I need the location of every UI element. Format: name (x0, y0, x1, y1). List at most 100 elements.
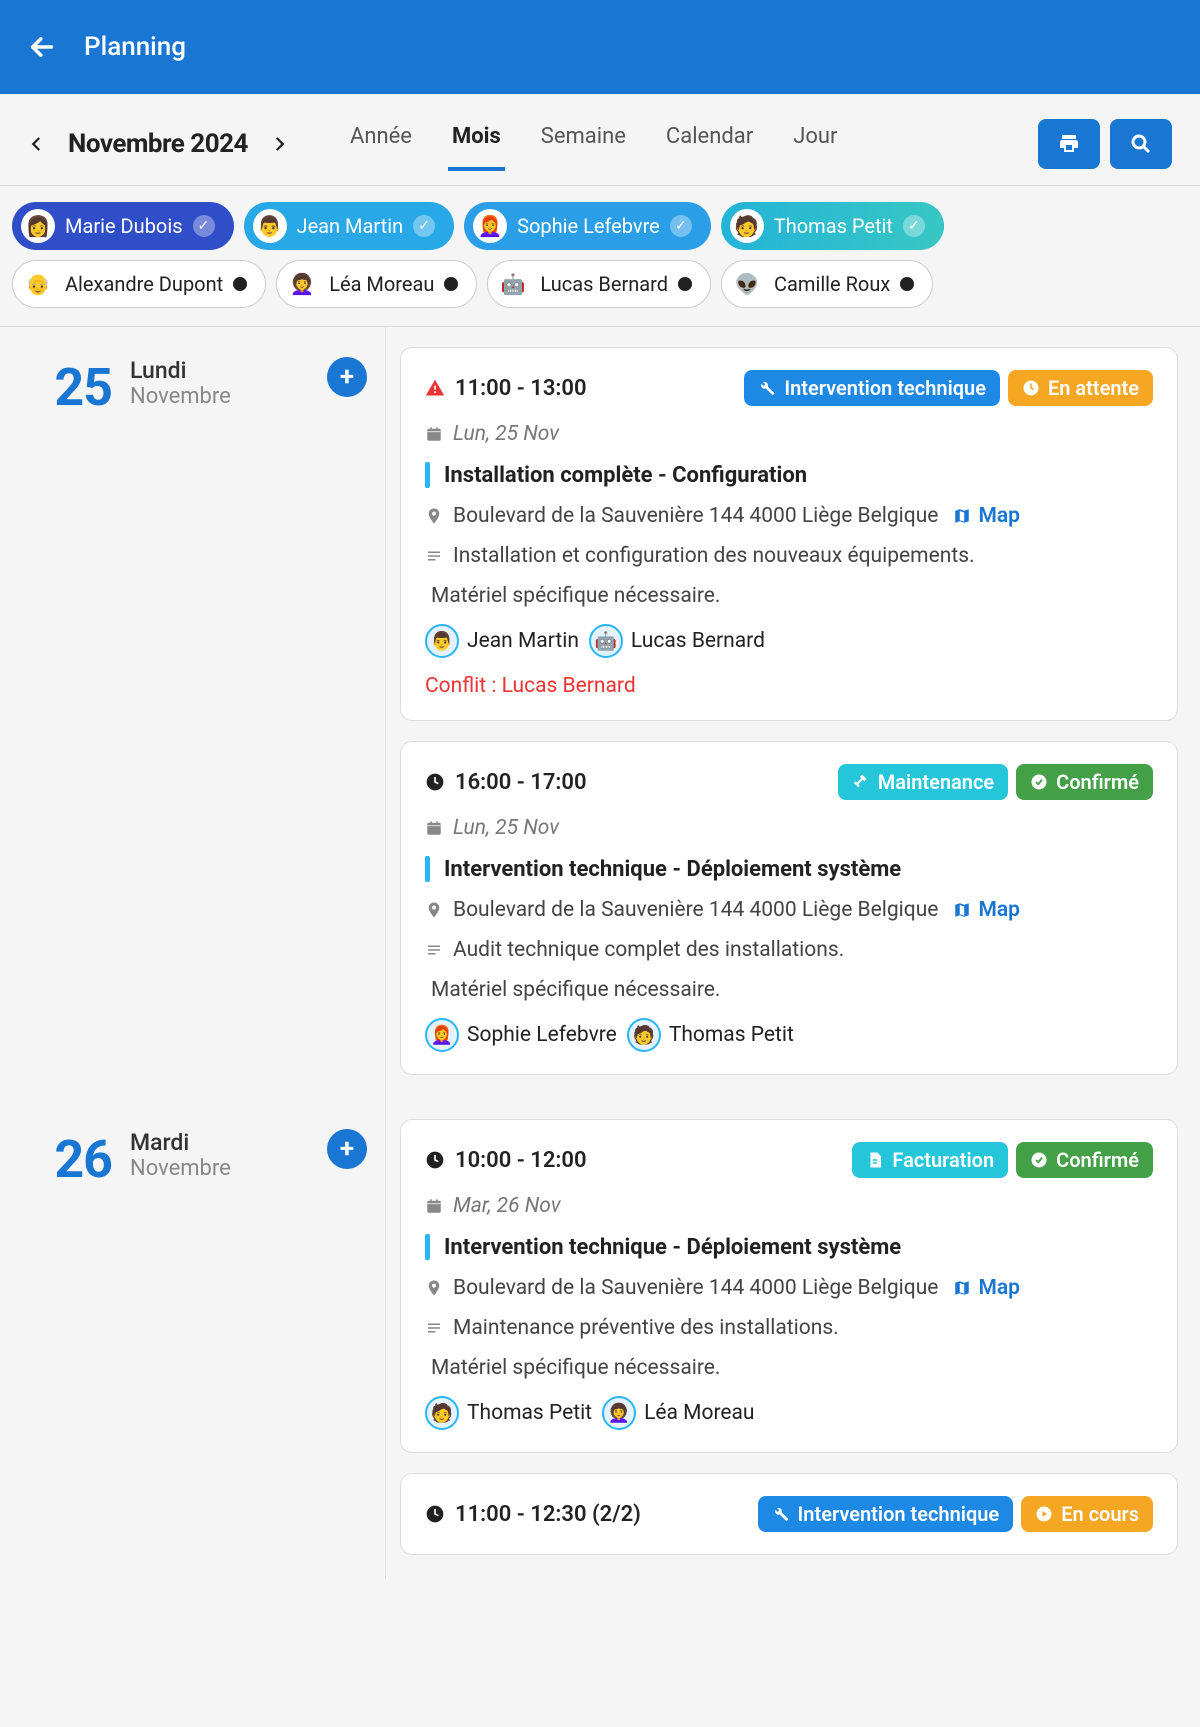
list-icon (425, 941, 443, 959)
day-month: Novembre (130, 1156, 309, 1181)
event-address: Boulevard de la Sauvenière 144 4000 Lièg… (453, 898, 938, 922)
event-description: Installation et configuration des nouvea… (453, 544, 975, 568)
conflict-warning: Conflit : Lucas Bernard (425, 674, 1153, 698)
file-icon (866, 1151, 884, 1169)
chip-label: Camille Roux (774, 272, 890, 296)
filter-chip[interactable]: 🧑Thomas Petit✓ (721, 202, 944, 250)
event-time: 10:00 - 12:00 (455, 1148, 587, 1173)
avatar: 🧑 (627, 1018, 661, 1052)
filter-chip[interactable]: 👩‍🦱Léa Moreau (276, 260, 477, 308)
check-icon (1030, 1151, 1048, 1169)
chip-label: Léa Moreau (329, 272, 434, 296)
event-address: Boulevard de la Sauvenière 144 4000 Lièg… (453, 1276, 938, 1300)
chip-label: Marie Dubois (65, 214, 183, 238)
badge-amber: En attente (1008, 370, 1153, 406)
filter-chip[interactable]: 👴Alexandre Dupont (12, 260, 266, 308)
badge-green: Confirmé (1016, 764, 1153, 800)
day-row: 25LundiNovembre+ 11:00 - 13:00 Interventio… (0, 327, 1200, 1099)
title-accent (425, 856, 430, 882)
avatar: 👩 (21, 209, 55, 243)
view-tab-jour[interactable]: Jour (789, 116, 841, 171)
event-title: Intervention technique - Déploiement sys… (444, 1235, 901, 1260)
event-time: 16:00 - 17:00 (455, 770, 587, 795)
pin-icon (425, 899, 443, 921)
assignees: 👩‍🦰Sophie Lefebvre 🧑Thomas Petit (425, 1018, 1153, 1052)
avatar: 👽 (730, 267, 764, 301)
calendar-icon (425, 819, 443, 837)
check-icon: ✓ (670, 215, 692, 237)
avatar: 🧑 (425, 1396, 459, 1430)
event-note: Matériel spécifique nécessaire. (425, 978, 1153, 1002)
filter-chip[interactable]: 👩‍🦰Sophie Lefebvre✓ (464, 202, 711, 250)
badge-label: Confirmé (1056, 1148, 1139, 1172)
view-tab-semaine[interactable]: Semaine (537, 116, 630, 171)
assignee: 👩‍🦰Sophie Lefebvre (425, 1018, 617, 1052)
event-note: Matériel spécifique nécessaire. (425, 1356, 1153, 1380)
badge-amber: En cours (1021, 1496, 1153, 1532)
chip-label: Jean Martin (297, 214, 404, 238)
event-card[interactable]: 16:00 - 17:00MaintenanceConfirméLun, 25 … (400, 741, 1178, 1075)
badge-label: Intervention technique (784, 376, 986, 400)
event-note: Matériel spécifique nécessaire. (425, 584, 1153, 608)
assignees: 🧑Thomas Petit👩‍🦱Léa Moreau (425, 1396, 1153, 1430)
dot-icon (444, 277, 458, 291)
map-link[interactable]: Map (952, 504, 1019, 528)
prev-month-icon[interactable] (28, 131, 46, 157)
next-month-icon[interactable] (270, 131, 288, 157)
days-container: 25LundiNovembre+ 11:00 - 13:00 Interventio… (0, 327, 1200, 1579)
assignee: 🧑Thomas Petit (627, 1018, 794, 1052)
wrench-icon (758, 379, 776, 397)
event-address: Boulevard de la Sauvenière 144 4000 Lièg… (453, 504, 938, 528)
calendar-icon (425, 425, 443, 443)
add-event-button[interactable]: + (327, 357, 367, 397)
add-event-button[interactable]: + (327, 1129, 367, 1169)
map-link[interactable]: Map (952, 898, 1019, 922)
badge-label: En attente (1048, 376, 1139, 400)
event-card[interactable]: 11:00 - 13:00 Intervention technique En at… (400, 347, 1178, 721)
day-events: 11:00 - 13:00 Intervention technique En at… (386, 327, 1200, 1099)
view-tab-année[interactable]: Année (346, 116, 416, 171)
event-time: 11:00 - 13:00 (455, 376, 587, 401)
avatar: 👩‍🦱 (602, 1396, 636, 1430)
filter-chip[interactable]: 👨Jean Martin✓ (244, 202, 455, 250)
avatar: 🤖 (496, 267, 530, 301)
event-card[interactable]: 11:00 - 12:30 (2/2)Intervention techniqu… (400, 1473, 1178, 1555)
title-accent (425, 1234, 430, 1260)
event-card[interactable]: 10:00 - 12:00FacturationConfirméMar, 26 … (400, 1119, 1178, 1453)
app-header: Planning (0, 0, 1200, 94)
assignees: 👨Jean Martin🤖Lucas Bernard (425, 624, 1153, 658)
event-description: Maintenance préventive des installations… (453, 1316, 839, 1340)
badge-cyan: Facturation (852, 1142, 1008, 1178)
filter-chip[interactable]: 👽 Camille Roux (721, 260, 933, 308)
assignee: 🤖Lucas Bernard (589, 624, 765, 658)
view-tab-mois[interactable]: Mois (448, 116, 505, 171)
avatar: 👩‍🦰 (425, 1018, 459, 1052)
calendar-icon (425, 1197, 443, 1215)
day-left: 25LundiNovembre+ (0, 327, 386, 1099)
avatar: 🧑 (730, 209, 764, 243)
map-link[interactable]: Map (952, 1276, 1019, 1300)
badge-blue: Intervention technique (758, 1496, 1014, 1532)
clock-icon (425, 1504, 445, 1524)
filter-chip[interactable]: 👩Marie Dubois✓ (12, 202, 234, 250)
avatar: 👨 (253, 209, 287, 243)
avatar: 👩‍🦰 (473, 209, 507, 243)
event-date: Lun, 25 Nov (425, 422, 1153, 446)
event-date: Lun, 25 Nov (425, 816, 1153, 840)
day-name: Lundi (130, 357, 309, 384)
back-arrow-icon[interactable] (28, 33, 56, 61)
wrench-icon (772, 1505, 790, 1523)
clock-icon (425, 1150, 445, 1170)
day-name: Mardi (130, 1129, 309, 1156)
month-label: Novembre 2024 (68, 129, 248, 159)
filter-chip[interactable]: 🤖Lucas Bernard (487, 260, 711, 308)
dot-icon (233, 277, 247, 291)
print-button[interactable] (1038, 119, 1100, 169)
assignee: 👩‍🦱Léa Moreau (602, 1396, 754, 1430)
tools-icon (852, 773, 870, 791)
event-title: Intervention technique - Déploiement sys… (444, 857, 901, 882)
list-icon (425, 1319, 443, 1337)
month-nav: Novembre 2024 Année Mois Semaine Calendar Jo… (0, 94, 1200, 185)
view-tab-calendar[interactable]: Calendar (662, 116, 757, 171)
search-button[interactable] (1110, 119, 1172, 169)
